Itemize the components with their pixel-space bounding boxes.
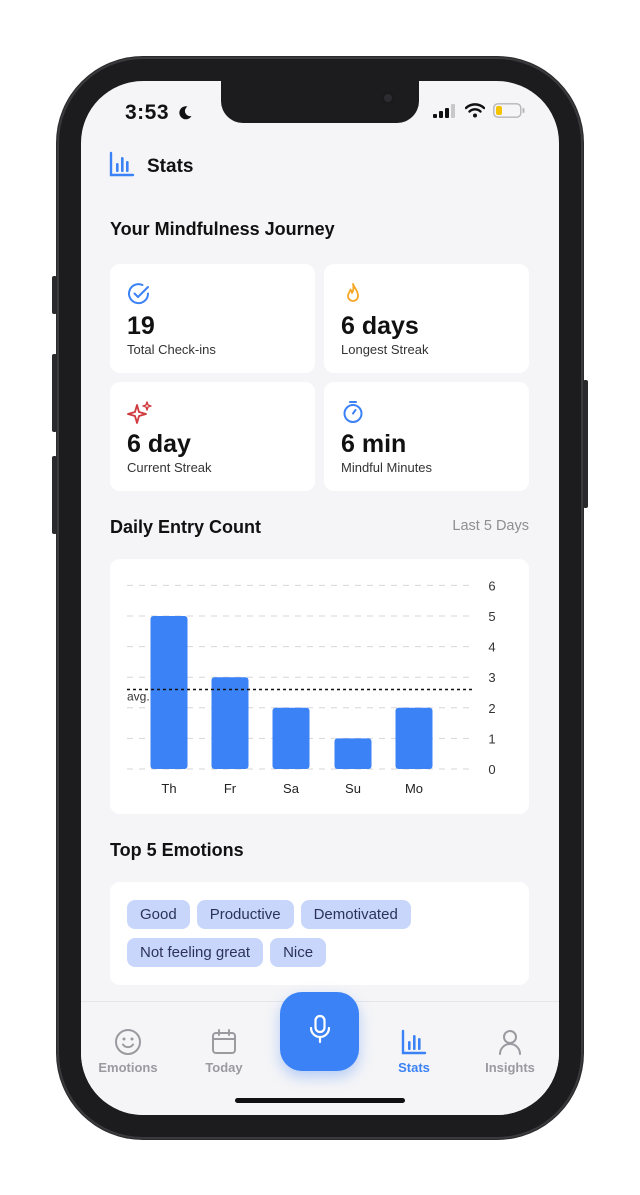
bar: [395, 707, 433, 769]
bar-chart-icon: [374, 1028, 454, 1056]
bar-chart-icon: [109, 151, 135, 182]
x-tick-label: Fr: [224, 781, 237, 796]
bar: [272, 707, 310, 769]
stat-value: 6 min: [341, 430, 407, 458]
y-tick-label: 2: [488, 701, 495, 716]
chart-card: 0 1 2 3 4 5 6 Th Fr Sa Su Mo avg.: [110, 559, 529, 814]
stat-value: 6 day: [127, 430, 191, 458]
emotions-title: Top 5 Emotions: [110, 840, 244, 860]
volume-down-button: [52, 456, 57, 534]
power-button: [583, 380, 588, 508]
stopwatch-icon: [341, 400, 365, 429]
status-time: 3:53: [125, 101, 193, 127]
tab-insights[interactable]: Insights: [470, 1028, 550, 1075]
stat-card-mindful-minutes: 6 min Mindful Minutes: [324, 382, 529, 491]
mute-switch: [52, 276, 57, 314]
emotions-card: Good Productive Demotivated Not feeling gr…: [110, 882, 529, 985]
bar: [150, 616, 188, 769]
stat-value: 6 days: [341, 312, 419, 340]
microphone-icon: [307, 1014, 333, 1049]
y-tick-label: 3: [488, 670, 495, 685]
page-title: Stats: [147, 155, 194, 177]
stat-label: Longest Streak: [341, 342, 429, 357]
person-icon: [470, 1028, 550, 1056]
stat-card-current-streak: 6 day Current Streak: [110, 382, 315, 491]
calendar-icon: [184, 1028, 264, 1056]
moon-icon: [177, 103, 193, 127]
daily-entry-chart: 0 1 2 3 4 5 6 Th Fr Sa Su Mo avg.: [127, 578, 496, 796]
battery-icon: [493, 103, 525, 123]
home-indicator: [235, 1098, 405, 1103]
page-header: Stats: [109, 151, 193, 182]
x-tick-label: Su: [345, 781, 361, 796]
y-tick-label: 1: [488, 731, 495, 746]
x-tick-label: Mo: [405, 781, 423, 796]
y-tick-label: 5: [488, 609, 495, 624]
stat-card-total-checkins: 19 Total Check-ins: [110, 264, 315, 373]
y-tick-label: 6: [488, 578, 495, 593]
flame-icon: [341, 282, 365, 311]
wifi-icon: [464, 103, 486, 123]
tab-stats[interactable]: Stats: [374, 1028, 454, 1075]
tab-today[interactable]: Today: [184, 1028, 264, 1075]
bar: [334, 738, 372, 769]
tab-emotions[interactable]: Emotions: [88, 1028, 168, 1075]
x-tick-label: Sa: [283, 781, 300, 796]
check-circle-icon: [127, 282, 151, 311]
emotion-chip[interactable]: Demotivated: [300, 900, 411, 929]
stat-label: Mindful Minutes: [341, 460, 433, 475]
emotion-chips: Good Productive Demotivated Not feeling gr…: [127, 900, 522, 976]
app-screen: 3:53 Stats Your Mindfulness Journey 19 T…: [81, 81, 559, 1115]
bar: [211, 677, 249, 769]
stat-value: 19: [127, 312, 155, 340]
emotion-chip[interactable]: Not feeling great: [127, 938, 264, 967]
sparkles-icon: [127, 400, 153, 431]
smiley-icon: [88, 1028, 168, 1056]
stat-label: Current Streak: [127, 460, 212, 475]
stat-label: Total Check-ins: [127, 342, 216, 357]
status-icons: [433, 103, 525, 123]
y-tick-label: 4: [488, 640, 495, 655]
camera: [381, 91, 395, 105]
daily-title: Daily Entry Count: [110, 517, 262, 537]
record-button[interactable]: [280, 992, 359, 1071]
cellular-signal-icon: [433, 103, 457, 123]
x-tick-label: Th: [161, 781, 176, 796]
y-tick-label: 0: [488, 762, 495, 777]
emotion-chip[interactable]: Nice: [270, 938, 327, 967]
stat-card-longest-streak: 6 days Longest Streak: [324, 264, 529, 373]
notch: [221, 81, 419, 123]
journey-title: Your Mindfulness Journey: [110, 219, 335, 239]
emotion-chip[interactable]: Productive: [196, 900, 294, 929]
volume-up-button: [52, 354, 57, 432]
emotion-chip[interactable]: Good: [127, 900, 190, 929]
range-label[interactable]: Last 5 Days: [452, 518, 529, 534]
average-label: avg.: [127, 689, 150, 703]
